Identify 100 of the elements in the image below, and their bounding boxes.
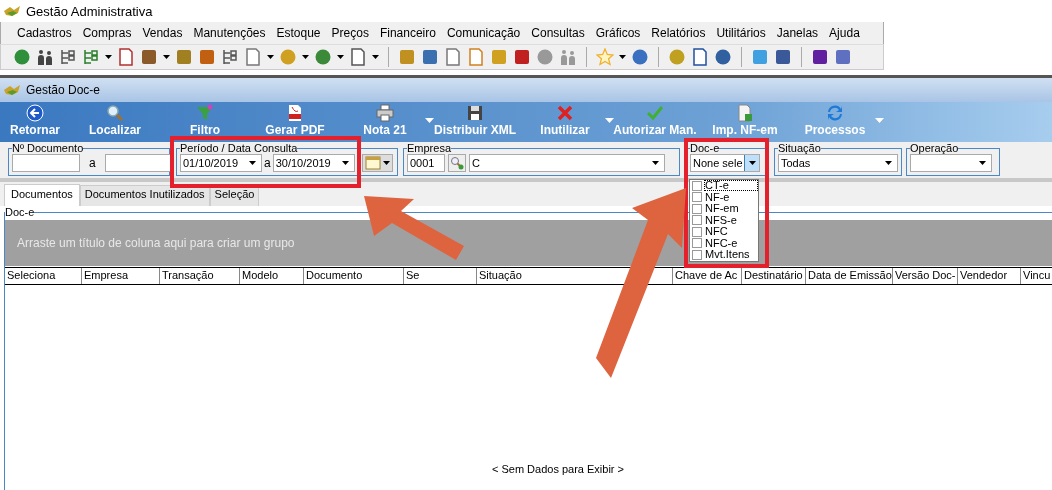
check-icon	[646, 104, 664, 122]
input-field[interactable]	[12, 154, 80, 172]
status-dropdown[interactable]: Todas	[778, 154, 898, 172]
column-header[interactable]: Vincu	[1023, 269, 1051, 281]
company-dropdown[interactable]: C	[469, 154, 665, 172]
field-label: Nº Documento	[12, 142, 84, 154]
field-label: Operação	[910, 142, 959, 154]
toolbar-button[interactable]: Retornar	[8, 104, 62, 137]
menu-item[interactable]: Consultas	[531, 26, 585, 40]
option-label[interactable]: NF-e	[704, 191, 758, 203]
column-header[interactable]: Destinatário	[744, 269, 803, 281]
pdf-document-icon	[286, 104, 304, 122]
range-separator: a	[264, 156, 271, 170]
star-icon[interactable]	[596, 48, 614, 66]
search-icon	[450, 156, 464, 170]
tree-icon[interactable]	[221, 48, 239, 66]
column-header[interactable]: Versão Doc-	[895, 269, 956, 281]
caret-icon	[341, 161, 349, 165]
menu-item[interactable]: Manutenções	[193, 26, 266, 40]
app-logo-icon	[4, 84, 20, 96]
menu-item[interactable]: Janelas	[776, 26, 819, 40]
checkbox[interactable]	[692, 249, 702, 260]
caret-icon[interactable]	[267, 55, 274, 59]
menu-item[interactable]: Comunicação	[446, 26, 521, 40]
document-icon[interactable]	[467, 48, 485, 66]
column-header[interactable]: Transação	[162, 269, 214, 281]
caret-icon[interactable]	[372, 55, 379, 59]
sync-icon	[826, 104, 844, 122]
checkbox[interactable]	[692, 226, 702, 237]
caret-icon	[652, 161, 659, 165]
input-field[interactable]: 0001	[407, 154, 445, 172]
input-field[interactable]	[104, 154, 173, 172]
checkbox[interactable]	[692, 238, 702, 249]
caret-icon[interactable]	[163, 55, 170, 59]
caret-icon[interactable]	[337, 55, 344, 59]
caret-icon	[885, 161, 892, 165]
funnel-icon	[196, 104, 214, 122]
field-label: Doc-e	[690, 142, 720, 154]
toolbar-button[interactable]: Gerar PDF	[263, 104, 327, 137]
checkbox[interactable]	[692, 180, 702, 191]
menu-item[interactable]: Utilitários	[716, 26, 766, 40]
menu-item[interactable]: Estoque	[276, 26, 321, 40]
menu-item[interactable]: Ajuda	[829, 26, 860, 40]
option-label[interactable]: CT-e	[704, 180, 758, 192]
people-icon[interactable]	[36, 48, 54, 66]
caret-icon	[382, 161, 390, 165]
tree-icon[interactable]	[59, 48, 77, 66]
operation-dropdown[interactable]	[910, 154, 992, 172]
column-header[interactable]: Documento	[306, 269, 363, 281]
empty-message: < Sem Dados para Exibir >	[491, 463, 625, 475]
search-button[interactable]	[448, 154, 466, 172]
column-header[interactable]: Vendedor	[960, 269, 1008, 281]
menu-item[interactable]: Relatórios	[651, 26, 706, 40]
field-label: Período / Data Consulta	[180, 142, 298, 154]
doc-type-dropdown[interactable]: None sele	[690, 154, 760, 172]
column-header[interactable]: Se	[406, 269, 420, 281]
option-label[interactable]: NFS-e	[704, 214, 758, 226]
menu-item[interactable]: Financeiro	[379, 26, 436, 40]
menu-item[interactable]: Cadastros	[17, 26, 72, 40]
caret-icon[interactable]	[105, 55, 112, 59]
magnifier-icon	[106, 104, 124, 122]
column-header[interactable]: Data de Emissão	[808, 269, 892, 281]
column-header[interactable]: Chave de Ac	[675, 269, 738, 281]
menu-item[interactable]: Compras	[82, 26, 132, 40]
menu-item[interactable]: Vendas	[142, 26, 183, 40]
date-field[interactable]: 30/10/2019	[272, 154, 355, 172]
column-header[interactable]: Seleciona	[7, 269, 56, 281]
toolbar-button[interactable]: Localizar	[87, 104, 143, 137]
tab[interactable]: Documentos Inutilizados	[79, 185, 210, 206]
option-label[interactable]: NFC	[704, 226, 758, 238]
caret-icon[interactable]	[619, 55, 626, 59]
tab[interactable]: Documentos	[4, 184, 80, 206]
caret-icon[interactable]	[302, 55, 309, 59]
caret-icon	[748, 161, 756, 165]
field-label: Situação	[778, 142, 821, 154]
date-field[interactable]: 01/10/2019	[180, 154, 262, 172]
caret-icon	[979, 161, 986, 165]
caret-icon	[249, 161, 256, 165]
column-header[interactable]: Modelo	[242, 269, 279, 281]
toolbar-button[interactable]: Filtro	[188, 104, 222, 137]
document-icon[interactable]	[117, 48, 135, 66]
document-icon	[736, 104, 754, 122]
app-logo-icon	[4, 5, 20, 17]
option-label[interactable]: NF-em	[704, 203, 758, 215]
checkbox[interactable]	[692, 192, 702, 203]
window-title: Gestão Doc-e	[26, 83, 101, 97]
checkbox[interactable]	[692, 215, 702, 226]
column-header[interactable]: Empresa	[84, 269, 129, 281]
menu-item[interactable]: Preços	[331, 26, 369, 40]
window-title: Gestão Administrativa	[26, 3, 153, 19]
column-header[interactable]: Situação	[479, 269, 522, 281]
field-label: Empresa	[407, 142, 452, 154]
group-hint: Arraste um título de coluna aqui para criar um grupo	[17, 236, 295, 250]
menu-item[interactable]: Gráficos	[595, 26, 641, 40]
range-separator: a	[89, 156, 96, 170]
group-title: Doc-e	[5, 206, 35, 218]
option-label[interactable]: NFC-e	[704, 237, 758, 249]
calendar-button[interactable]	[361, 154, 393, 172]
option-label[interactable]: Mvt.Itens	[704, 249, 758, 261]
checkbox[interactable]	[692, 203, 702, 214]
